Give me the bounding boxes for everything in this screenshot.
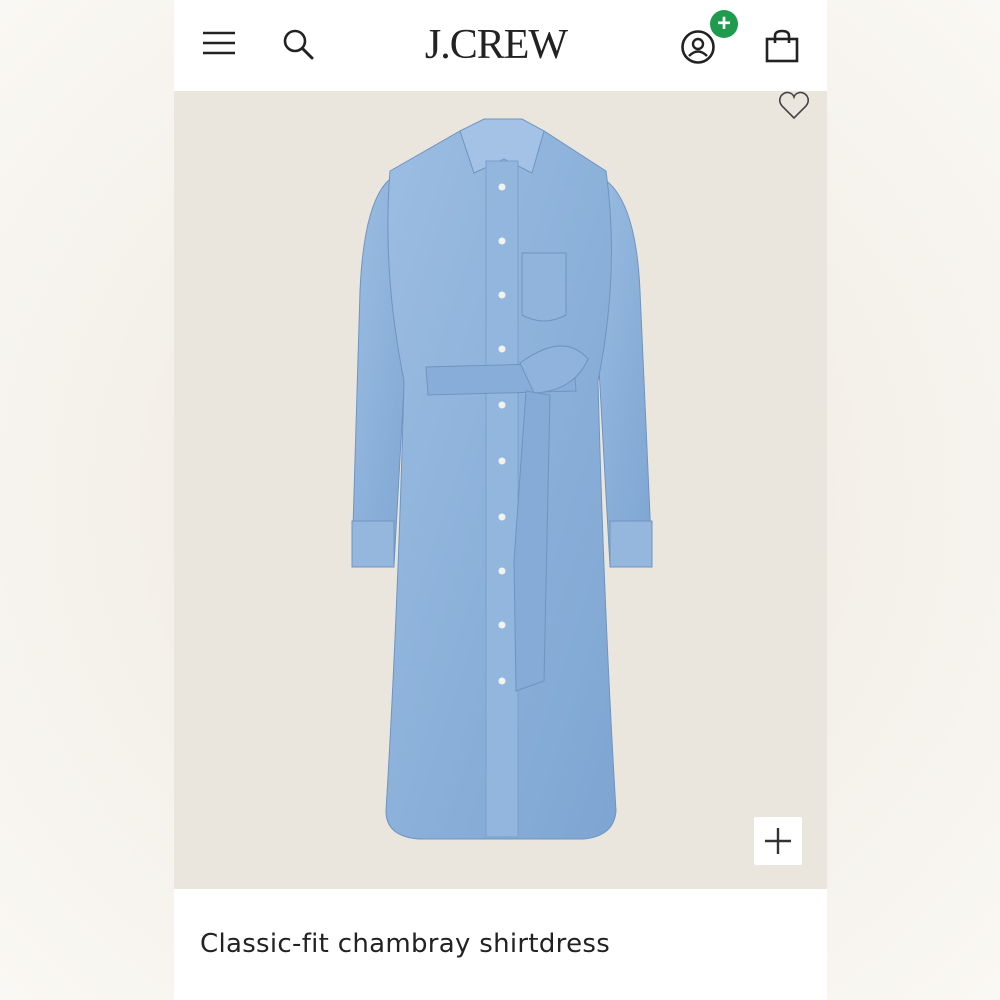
site-header: J.CREW + [174,0,827,91]
zoom-button[interactable] [754,817,802,865]
account-icon[interactable] [680,29,716,65]
phone-screen: J.CREW + Classic-fit chambray shirtdress [174,0,827,1000]
plus-icon [765,828,791,854]
account-badge: + [710,10,738,38]
search-icon[interactable] [282,28,316,62]
hamburger-menu-icon[interactable] [201,30,237,56]
shopping-bag-icon[interactable] [764,28,800,64]
brand-logo[interactable]: J.CREW [406,20,586,70]
product-title: Classic-fit chambray shirtdress [200,929,611,959]
product-info: Classic-fit chambray shirtdress [174,889,827,1000]
product-image[interactable] [174,91,827,889]
dress-illustration [351,118,653,840]
